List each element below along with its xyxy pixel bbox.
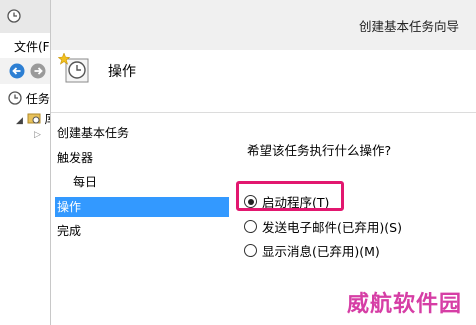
file-menu[interactable]: 文件(F xyxy=(14,38,50,55)
wizard-titlebar: 创建基本任务向导 xyxy=(51,0,476,50)
tree-item-task-scheduler[interactable]: 任务 xyxy=(8,90,50,110)
step-action[interactable]: 操作 xyxy=(55,197,229,217)
wizard-steps-pane: 创建基本任务 触发器 每日 操作 完成 xyxy=(51,113,231,325)
tree-item-label: 任务 xyxy=(25,92,50,106)
option-label: 发送电子邮件(已弃用)(S) xyxy=(262,220,402,235)
wizard-header: 操作 xyxy=(51,50,476,113)
wizard-header-title: 操作 xyxy=(108,64,136,80)
navigation-toolbar xyxy=(0,58,50,84)
option-label: 显示消息(已弃用)(M) xyxy=(262,244,380,259)
option-send-email[interactable]: 发送电子邮件(已弃用)(S) xyxy=(244,217,402,237)
forward-arrow-icon[interactable] xyxy=(30,63,46,79)
action-question: 希望该任务执行什么操作? xyxy=(247,143,392,158)
back-arrow-icon[interactable] xyxy=(9,63,25,79)
task-scheduler-tree: 任务 ◢ 库 ▷ xyxy=(0,86,57,325)
highlight-annotation-box xyxy=(236,181,344,211)
task-scheduler-titlebar xyxy=(0,0,50,33)
radio-button[interactable] xyxy=(244,244,257,257)
step-finish[interactable]: 完成 xyxy=(57,221,231,241)
step-trigger[interactable]: 触发器 xyxy=(57,148,231,168)
folder-icon xyxy=(27,113,41,124)
expand-arrow-icon[interactable]: ◢ xyxy=(16,116,23,126)
option-show-message[interactable]: 显示消息(已弃用)(M) xyxy=(244,241,380,261)
collapse-arrow-icon[interactable]: ▷ xyxy=(34,130,41,150)
task-clock-icon xyxy=(58,53,89,83)
step-create-basic-task[interactable]: 创建基本任务 xyxy=(57,123,231,143)
task-scheduler-window: 文件(F 任务 ◢ 库 ▷ xyxy=(0,0,57,325)
radio-button[interactable] xyxy=(244,220,257,233)
create-basic-task-wizard: 创建基本任务向导 操作 创建基本任务 触发器 每日 操作 完成 希望该任务执行什… xyxy=(50,0,476,325)
clock-icon xyxy=(7,9,21,23)
watermark-logo: 威航软件园 xyxy=(346,292,462,317)
step-daily[interactable]: 每日 xyxy=(73,172,247,192)
clock-icon xyxy=(8,91,22,105)
wizard-title: 创建基本任务向导 xyxy=(358,19,459,34)
